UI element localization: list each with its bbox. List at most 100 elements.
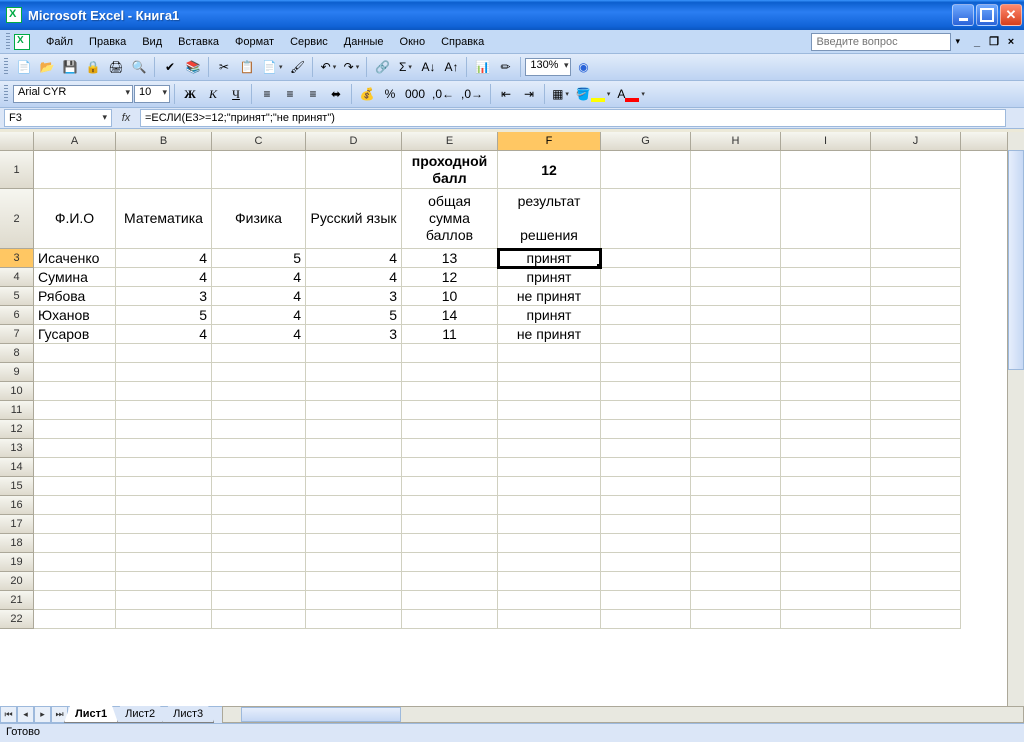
cell[interactable] [691,534,781,553]
tab-prev-button[interactable]: ◂ [17,706,34,723]
cell[interactable] [601,268,691,287]
cell[interactable]: 4 [306,249,402,268]
cell[interactable] [34,363,116,382]
borders-button[interactable]: ▦▾ [549,83,572,105]
copy-button[interactable]: 📋 [236,56,258,78]
cell[interactable] [116,151,212,189]
align-left-button[interactable]: ≡ [256,83,278,105]
cell[interactable] [116,515,212,534]
cell[interactable]: 3 [116,287,212,306]
cell[interactable] [601,189,691,249]
cell[interactable]: Сумина [34,268,116,287]
cell[interactable] [601,287,691,306]
doc-minimize-button[interactable]: _ [970,35,984,49]
cell[interactable] [691,515,781,534]
cell[interactable] [871,515,961,534]
cell[interactable]: 11 [402,325,498,344]
cell[interactable] [306,458,402,477]
cell[interactable] [601,572,691,591]
cell[interactable] [402,572,498,591]
cell[interactable]: Юханов [34,306,116,325]
cell[interactable] [691,477,781,496]
cell[interactable] [306,401,402,420]
cell[interactable] [306,591,402,610]
cell[interactable] [498,591,601,610]
cell[interactable]: Физика [212,189,306,249]
row-header[interactable]: 19 [0,553,34,572]
cell[interactable] [34,515,116,534]
sheet-tab[interactable]: Лист1 [64,706,118,723]
open-button[interactable]: 📂 [36,56,58,78]
cell[interactable] [781,344,871,363]
cell[interactable] [601,515,691,534]
cell[interactable]: принят [498,268,601,287]
cell[interactable] [871,344,961,363]
cell[interactable] [781,325,871,344]
select-all-button[interactable] [0,132,34,150]
cell[interactable] [691,401,781,420]
align-right-button[interactable]: ≡ [302,83,324,105]
row-header[interactable]: 1 [0,151,34,189]
row-header[interactable]: 5 [0,287,34,306]
row-header[interactable]: 16 [0,496,34,515]
cell[interactable] [402,591,498,610]
cell[interactable] [691,458,781,477]
cell[interactable]: 4 [116,249,212,268]
cell[interactable] [116,401,212,420]
column-header[interactable]: I [781,132,871,150]
increase-decimal-button[interactable]: ,0← [429,83,457,105]
cell[interactable] [34,382,116,401]
fill-color-button[interactable]: 🪣▾ [573,83,613,105]
font-combo[interactable]: Arial CYR [13,85,133,103]
cell[interactable] [781,189,871,249]
drawing-button[interactable]: ✏ [494,56,516,78]
decrease-indent-button[interactable]: ⇤ [495,83,517,105]
cell[interactable] [781,249,871,268]
cell[interactable] [871,496,961,515]
cell[interactable] [781,553,871,572]
cell[interactable] [601,420,691,439]
cell[interactable] [871,610,961,629]
cell[interactable]: 4 [116,268,212,287]
cell[interactable] [691,610,781,629]
cell[interactable] [498,401,601,420]
cell[interactable] [601,401,691,420]
cell[interactable] [871,401,961,420]
cell[interactable] [34,401,116,420]
cell[interactable] [498,477,601,496]
cell[interactable] [871,458,961,477]
cell[interactable] [871,591,961,610]
cell[interactable]: 4 [212,287,306,306]
ask-dropdown-icon[interactable]: ▾ [955,36,960,47]
cell[interactable] [402,401,498,420]
cell[interactable] [781,515,871,534]
cell[interactable]: Математика [116,189,212,249]
column-header[interactable]: G [601,132,691,150]
cell[interactable] [781,496,871,515]
cell[interactable] [34,496,116,515]
menu-tools[interactable]: Сервис [282,33,336,51]
cell[interactable] [212,458,306,477]
column-header[interactable]: J [871,132,961,150]
cell[interactable]: Исаченко [34,249,116,268]
cell[interactable] [402,363,498,382]
cell[interactable] [871,325,961,344]
align-center-button[interactable]: ≡ [279,83,301,105]
cell[interactable] [601,496,691,515]
cell[interactable] [781,420,871,439]
column-header[interactable]: H [691,132,781,150]
decrease-decimal-button[interactable]: ,0→ [458,83,486,105]
cell[interactable] [781,572,871,591]
italic-button[interactable]: К [202,83,224,105]
currency-button[interactable]: 💰 [356,83,378,105]
cell[interactable] [402,477,498,496]
cell[interactable]: 10 [402,287,498,306]
cell[interactable] [212,515,306,534]
row-header[interactable]: 17 [0,515,34,534]
cell[interactable] [871,189,961,249]
cell[interactable] [498,382,601,401]
cell[interactable] [402,553,498,572]
column-header[interactable]: F [498,132,601,150]
cell[interactable] [871,382,961,401]
cell[interactable] [601,477,691,496]
